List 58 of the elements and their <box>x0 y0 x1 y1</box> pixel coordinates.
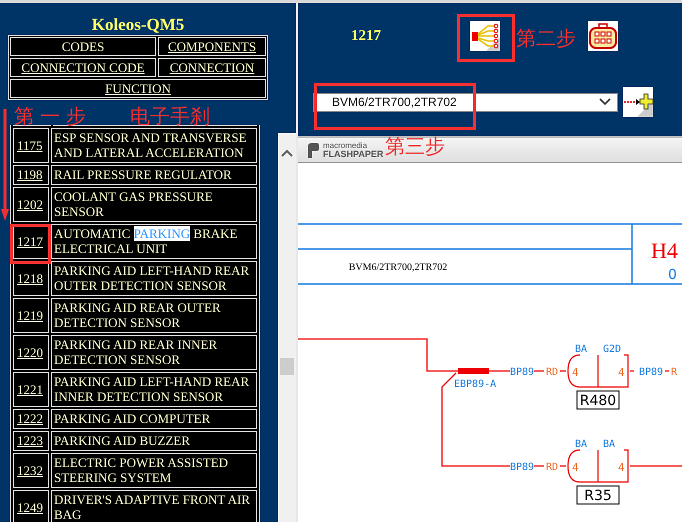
component-name: COOLANT GAS PRESSURE SENSOR <box>51 187 257 222</box>
highlight-rectangle <box>457 14 515 62</box>
add-button[interactable] <box>623 87 653 117</box>
component-name: ESP SENSOR AND TRANSVERSE AND LATERAL ACCELERATION <box>51 128 257 163</box>
pin-label: 4 <box>618 461 625 474</box>
scroll-thumb[interactable] <box>280 358 294 375</box>
wire-color-label: RD <box>546 462 558 473</box>
nav-link[interactable]: CONNECTION <box>158 58 266 77</box>
highlight-rectangle <box>10 224 51 264</box>
connector-label: R480 <box>576 390 620 410</box>
sheet-number-text: H4 <box>651 238 678 263</box>
annotation-text: 电子手刹 <box>130 103 210 130</box>
wiring-harness-icon[interactable] <box>470 21 500 51</box>
component-name: PARKING AID REAR INNER DETECTION SENSOR <box>51 335 257 370</box>
component-name: RAIL PRESSURE REGULATOR <box>51 165 257 185</box>
connection-dropdown[interactable]: BVM6/2TR700,2TR702 <box>313 92 618 112</box>
wire-label: BP89 <box>639 367 664 378</box>
wire-line <box>665 370 669 372</box>
sheet-ref-text: 0 <box>668 267 677 283</box>
connector-icon[interactable] <box>588 21 618 51</box>
diagram-code-text: BVM6/2TR700,2TR702 <box>348 262 448 273</box>
pin-label: 4 <box>572 366 579 379</box>
flashpaper-logo: macromedia FLASHPAPER <box>306 142 384 158</box>
terminal-label: BA <box>575 439 588 450</box>
wire-color-label: R <box>671 367 678 378</box>
annotation-text: 第三步 <box>385 133 445 160</box>
splice-label: EBP89-A <box>454 379 496 390</box>
scroll-up-icon[interactable] <box>281 149 293 157</box>
terminal-label: BA <box>575 344 588 355</box>
chevron-down-icon <box>599 98 611 106</box>
selected-code: 1217 <box>351 28 382 44</box>
component-name: AUTOMATIC PARKING BRAKE ELECTRICAL UNIT <box>51 224 257 259</box>
component-name: PARKING AID LEFT-HAND REAR INNER DETECTION SENSOR <box>51 372 257 407</box>
wire-line <box>630 370 634 372</box>
component-name: DRIVER'S ADAPTIVE FRONT AIR BAG <box>51 490 257 522</box>
wire-label: BP89 <box>510 367 534 378</box>
component-name: PARKING AID BUZZER <box>51 431 257 451</box>
component-name: ELECTRIC POWER ASSISTED STEERING SYSTEM <box>51 453 257 488</box>
nav-link[interactable]: CONNECTION CODE <box>10 58 156 77</box>
component-name: PARKING AID LEFT-HAND REAR OUTER DETECTION SENSOR <box>51 261 257 296</box>
scrollbar[interactable] <box>278 133 296 522</box>
wire-label: BP89 <box>510 462 534 473</box>
nav-link[interactable]: COMPONENTS <box>158 37 266 56</box>
wire-color-label: RD <box>546 367 558 378</box>
component-name: PARKING AID REAR OUTER DETECTION SENSOR <box>51 298 257 333</box>
pin-label: 4 <box>572 461 579 474</box>
nav-link[interactable]: CODES <box>10 37 156 56</box>
nav-link[interactable]: FUNCTION <box>10 79 266 98</box>
connector-label: R35 <box>576 486 620 504</box>
component-name: PARKING AID COMPUTER <box>51 409 257 429</box>
annotation-text: 第二步 <box>516 25 576 52</box>
app-title: Koleos-QM5 <box>90 15 186 35</box>
splice-bar <box>458 368 489 374</box>
terminal-label: BA <box>603 439 616 450</box>
annotation-text: 第一步 <box>14 103 92 130</box>
wire-line <box>630 465 682 467</box>
terminal-label: G2D <box>603 344 622 355</box>
pin-label: 4 <box>618 366 625 379</box>
